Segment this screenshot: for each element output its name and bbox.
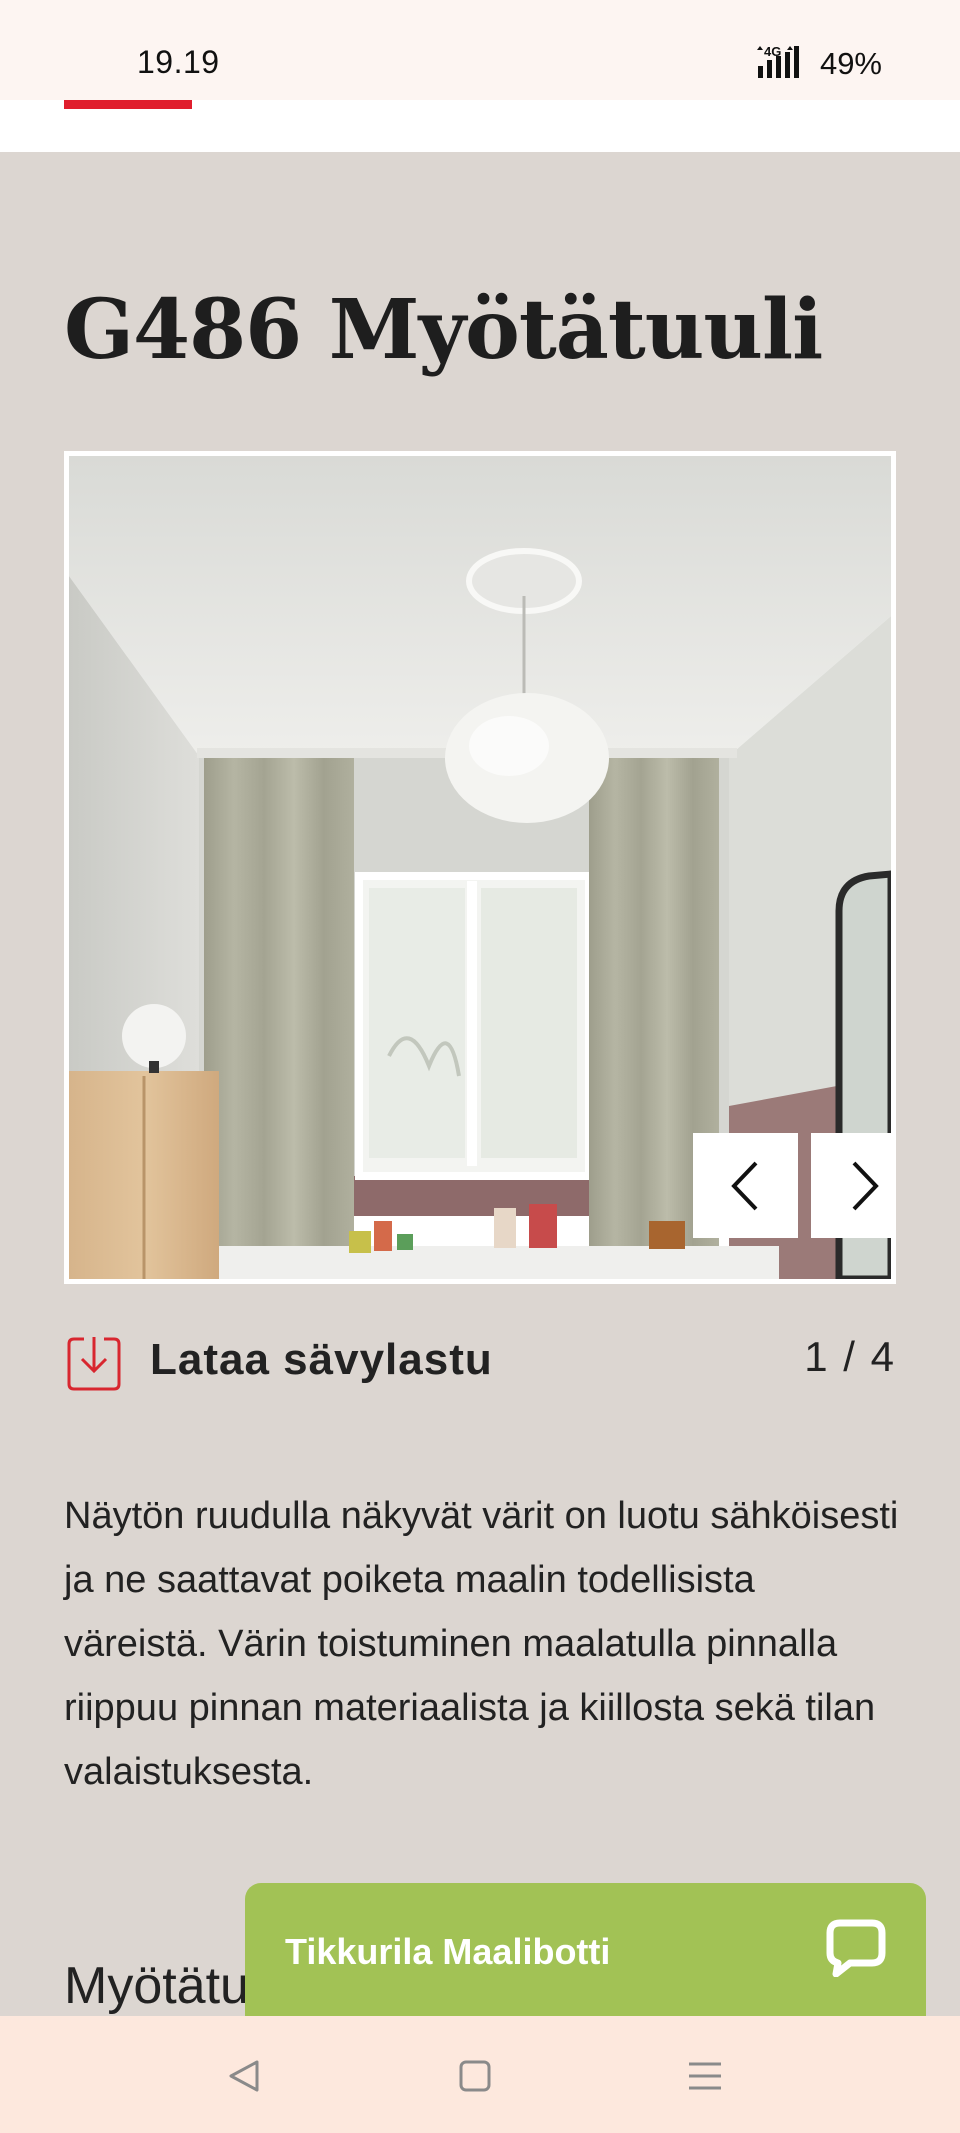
color-disclaimer: Näytön ruudulla näkyvät värit on luotu s…: [64, 1495, 899, 1793]
chatbot-label: Tikkurila Maalibotti: [285, 1931, 611, 1972]
menu-lines-icon[interactable]: [685, 2056, 725, 2096]
home-square-icon[interactable]: [455, 2056, 495, 2096]
chat-bubble-icon: [826, 1919, 886, 1977]
carousel-next-button[interactable]: [811, 1133, 891, 1238]
chevron-right-icon: [852, 1161, 879, 1210]
battery-level: 49%: [819, 46, 882, 81]
carousel-counter: 1 / 4: [804, 1333, 896, 1380]
active-tab-indicator: [64, 100, 192, 109]
chatbot-button[interactable]: Tikkurila Maalibotti: [245, 1883, 926, 2023]
back-triangle-icon[interactable]: [225, 2056, 265, 2096]
download-row: Lataa sävylastu 1 / 4: [64, 1327, 896, 1397]
system-navigation-bar: [0, 2016, 960, 2133]
section-heading: Myötätu: [64, 1957, 249, 2015]
status-indicators: 4G 49%: [754, 44, 882, 84]
top-navigation: [0, 100, 960, 152]
chevron-left-icon: [730, 1161, 757, 1210]
page-title: G486 Myötätuuli: [64, 282, 823, 378]
signal-icon: 4G: [754, 44, 810, 85]
status-bar: 19.19 4G 49%: [0, 0, 960, 100]
status-time: 19.19: [137, 44, 220, 80]
download-swatch-link[interactable]: Lataa sävylastu: [150, 1335, 493, 1385]
download-icon[interactable]: [64, 1333, 124, 1393]
carousel-prev-button[interactable]: [693, 1133, 798, 1238]
image-carousel[interactable]: [64, 451, 896, 1284]
